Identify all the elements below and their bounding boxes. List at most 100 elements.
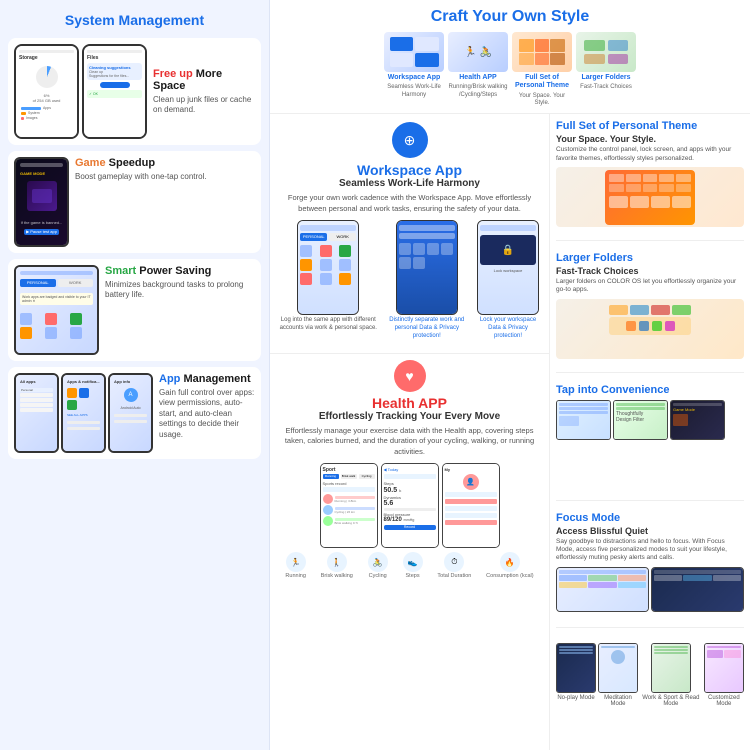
health-phone-3: My 👤 xyxy=(442,463,500,548)
mode-label-3: Work & Sport & Read Mode xyxy=(640,695,702,707)
app-title: App Management xyxy=(159,373,255,385)
mode-phone-2 xyxy=(598,643,638,693)
ws-phone-1: PERSONAL WORK xyxy=(297,220,359,315)
app-phone-2: Apps & notifica... SEE ALL APPS xyxy=(61,373,106,453)
ws-caption-2: Distinctly separate work and personal Da… xyxy=(383,317,471,340)
health-activities: 🏃 Running 🚶 Brisk walking 🚴 Cycling xyxy=(278,552,541,579)
craft-item-folders: Larger Folders Fast-Track Choices xyxy=(576,32,636,92)
power-phone-1: PERSONAL WORK Work apps are badged and v… xyxy=(14,265,99,355)
craft-thumb-workspace xyxy=(384,32,444,72)
craft-label-health: Health APP xyxy=(459,74,496,82)
mode-phone-col-3: Work & Sport & Read Mode xyxy=(640,643,702,707)
personal-theme-title: Full Set of Personal Theme xyxy=(556,120,744,132)
tap-section: Tap into Convenience xyxy=(556,384,744,489)
storage-phones: Storage 6%of 254 GB used Apps xyxy=(14,44,147,139)
app-screen-2: Apps & notifica... SEE ALL APPS xyxy=(63,375,104,451)
focus-screen-2 xyxy=(652,568,743,611)
focus-mode-title: Focus Mode xyxy=(556,512,744,524)
craft-items: Workspace App Seamless Work-Life Harmony… xyxy=(280,32,740,107)
health-phone-2: ◀ Today Steps 50.5 k Dynamics 5.6 Blood … xyxy=(381,463,439,548)
activity-running: 🏃 Running xyxy=(285,552,306,579)
focus-screen-1 xyxy=(557,568,648,611)
power-phones: PERSONAL WORK Work apps are badged and v… xyxy=(14,265,99,355)
craft-label-folders: Larger Folders xyxy=(581,74,630,82)
app-phones: All apps Personal xyxy=(14,373,153,453)
activity-cycling-label: Cycling xyxy=(369,573,387,579)
tap-screen-2: ThoughtfullyDesign Filter xyxy=(614,401,667,439)
power-screen-1: PERSONAL WORK Work apps are badged and v… xyxy=(16,267,97,353)
craft-sublabel-folders: Fast-Track Choices xyxy=(580,84,632,91)
divider-2 xyxy=(556,372,744,373)
divider-3 xyxy=(556,500,744,501)
larger-folders-title: Larger Folders xyxy=(556,252,744,264)
left-panel: System Management Storage 6%of 254 GB us… xyxy=(0,0,270,750)
personal-theme-thumb xyxy=(556,167,744,227)
craft-thumb-folders xyxy=(576,32,636,72)
storage-desc: Clean up junk files or cache on demand. xyxy=(153,95,255,116)
ws-phone-col-1: PERSONAL WORK xyxy=(278,220,379,340)
workspace-main-subtitle: Seamless Work-Life Harmony xyxy=(278,178,541,189)
ws-caption-3: Lock your workspace Data & Privacy prote… xyxy=(475,317,541,340)
personal-theme-section: Full Set of Personal Theme Your Space. Y… xyxy=(556,120,744,229)
activity-steps-label: Steps xyxy=(406,573,420,579)
larger-folders-subtitle: Fast-Track Choices xyxy=(556,266,744,276)
app-phone-1: All apps Personal xyxy=(14,373,59,453)
workspace-main-title: Workspace App xyxy=(278,162,541,178)
personal-theme-subtitle: Your Space. Your Style. xyxy=(556,134,744,144)
ws-caption-1: Log into the same app with different acc… xyxy=(278,317,379,333)
app-screen-3: App info A Android Auto xyxy=(110,375,151,451)
focus-mode-subtitle: Access Blissful Quiet xyxy=(556,526,744,536)
ws-phone-col-2: Distinctly separate work and personal Da… xyxy=(383,220,471,340)
craft-sublabel-personal: Your Space. Your Style. xyxy=(512,93,572,107)
middle-col: ⊕ Workspace App Seamless Work-Life Harmo… xyxy=(270,114,550,750)
activity-consumption: 🔥 Consumption (kcal) xyxy=(486,552,533,579)
focus-phone-1 xyxy=(556,567,649,612)
game-section: GAME MODE If the game is banned... ▶ Pau… xyxy=(8,151,261,253)
focus-mode-desc: Say goodbye to distractions and hello to… xyxy=(556,538,744,563)
focus-phones xyxy=(556,567,744,612)
tap-phone-2: ThoughtfullyDesign Filter xyxy=(613,400,668,440)
activity-consumption-label: Consumption (kcal) xyxy=(486,573,533,579)
craft-thumb-health: 🏃 🚴 xyxy=(448,32,508,72)
storage-screen-1: Storage 6%of 254 GB used Apps xyxy=(16,46,77,137)
game-desc: Boost gameplay with one-tap control. xyxy=(75,172,255,182)
ws-phone-col-3: 🔒 Lock workspace Lock your workspace Dat… xyxy=(475,220,541,340)
divider-4 xyxy=(556,627,744,628)
health-phone-1: Sport Running Brisk walk Cycling Sports … xyxy=(320,463,378,548)
focus-phone-2 xyxy=(651,567,744,612)
activity-cycling: 🚴 Cycling xyxy=(368,552,388,579)
health-section: ♥ Health APP Effortlessly Tracking Your … xyxy=(270,354,549,750)
activity-brisk: 🚶 Brisk walking xyxy=(321,552,353,579)
tap-phone-3: Game Mode xyxy=(670,400,725,440)
ws-phone-2 xyxy=(396,220,458,315)
activity-steps: 👟 Steps xyxy=(403,552,423,579)
storage-screen-2: Files Cleaning suggestions Clean upSugge… xyxy=(84,46,145,137)
right-content: ⊕ Workspace App Seamless Work-Life Harmo… xyxy=(270,114,750,750)
workspace-main-desc: Forge your own work cadence with the Wor… xyxy=(278,193,541,214)
mode-screen-3 xyxy=(652,644,690,692)
craft-label-personal: Full Set of Personal Theme xyxy=(512,74,572,91)
larger-folders-thumb xyxy=(556,299,744,359)
app-screen-1: All apps Personal xyxy=(16,375,57,451)
personal-theme-desc: Customize the control panel, lock screen… xyxy=(556,146,744,163)
mode-screen-2 xyxy=(599,644,637,692)
health-main-title: Health APP xyxy=(278,395,541,411)
power-section: PERSONAL WORK Work apps are badged and v… xyxy=(8,259,261,361)
health-screen-3: My 👤 xyxy=(443,464,499,547)
mode-section: No-play Mode Meditation Mode xyxy=(556,639,744,744)
craft-sublabel-workspace: Seamless Work-Life Harmony xyxy=(384,84,444,98)
tap-phone-1 xyxy=(556,400,611,440)
right-panel: Craft Your Own Style xyxy=(270,0,750,750)
tap-title: Tap into Convenience xyxy=(556,384,744,396)
storage-section: Storage 6%of 254 GB used Apps xyxy=(8,38,261,145)
mode-phone-col-1: No-play Mode xyxy=(556,643,596,707)
craft-item-workspace: Workspace App Seamless Work-Life Harmony xyxy=(384,32,444,99)
health-main-subtitle: Effortlessly Tracking Your Every Move xyxy=(278,411,541,422)
storage-title: Free up More Space xyxy=(153,68,255,92)
health-screen-1: Sport Running Brisk walk Cycling Sports … xyxy=(321,464,377,547)
storage-phone-2: Files Cleaning suggestions Clean upSugge… xyxy=(82,44,147,139)
larger-folders-desc: Larger folders on COLOR OS let you effor… xyxy=(556,278,744,295)
power-desc: Minimizes background tasks to prolong ba… xyxy=(105,280,255,301)
larger-folders-section: Larger Folders Fast-Track Choices Larger… xyxy=(556,252,744,361)
ws-screen-2 xyxy=(397,221,457,314)
